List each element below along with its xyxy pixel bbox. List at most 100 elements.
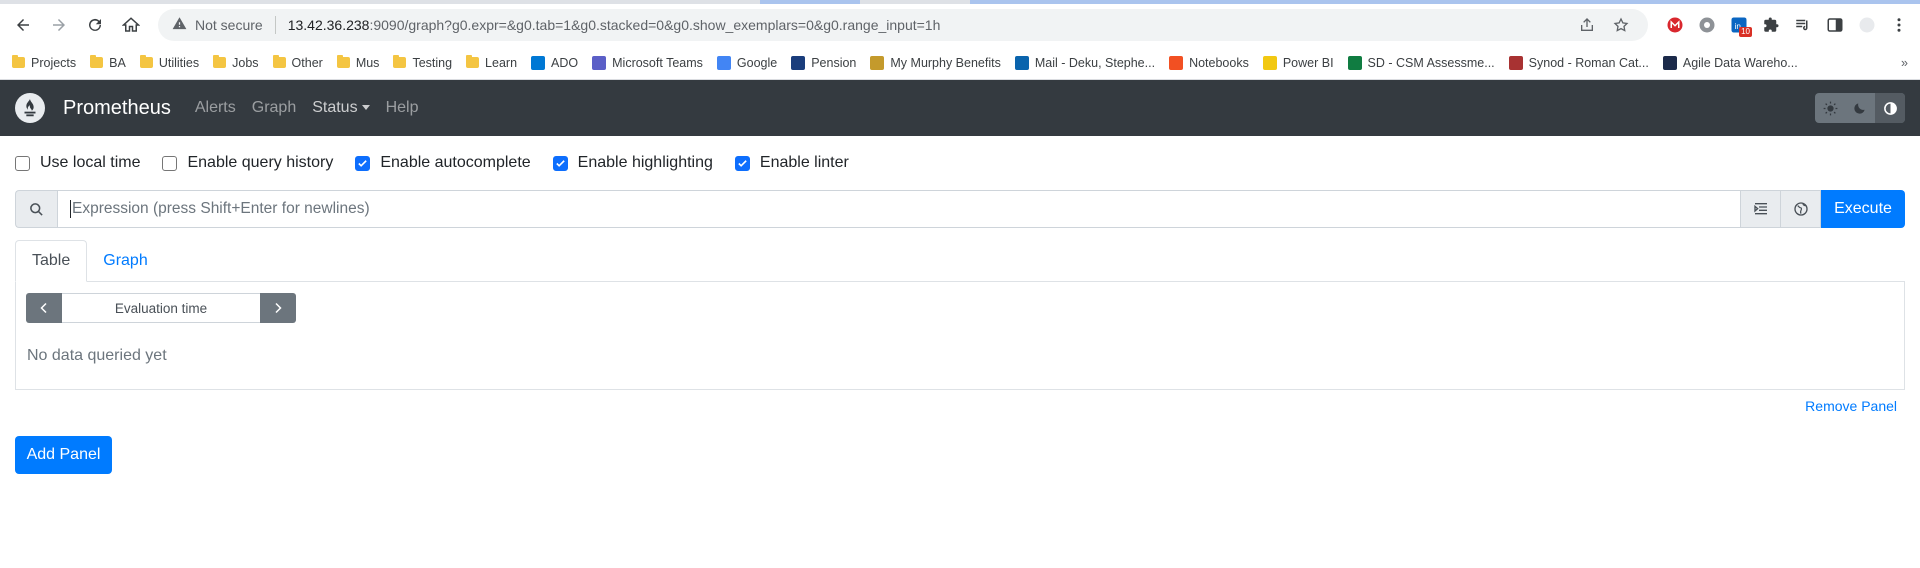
bookmark-item[interactable]: Google <box>716 55 778 70</box>
nav-alerts[interactable]: Alerts <box>195 99 236 117</box>
auto-theme-button[interactable] <box>1875 93 1905 123</box>
bookmark-item[interactable]: Utilities <box>139 55 200 70</box>
add-panel-button[interactable]: Add Panel <box>15 436 112 474</box>
share-icon[interactable] <box>1574 12 1600 38</box>
previous-time-button[interactable] <box>26 293 62 323</box>
caret-down-icon <box>361 105 370 111</box>
option-enable-linter[interactable]: Enable linter <box>734 154 849 172</box>
nav-status-dropdown[interactable]: Status <box>312 99 370 117</box>
folder-icon <box>12 55 25 68</box>
benefits-icon <box>870 55 885 70</box>
chevron-left-icon <box>40 302 47 314</box>
pension-icon <box>791 55 806 70</box>
side-panel-icon[interactable] <box>1822 12 1848 38</box>
forward-button[interactable] <box>44 10 74 40</box>
bookmark-item[interactable]: SD - CSM Assessme... <box>1347 55 1495 70</box>
bookmark-item[interactable]: Learn <box>466 55 517 70</box>
metrics-explorer-button[interactable] <box>1781 190 1821 228</box>
folder-icon <box>393 55 407 68</box>
bookmark-item[interactable]: My Murphy Benefits <box>870 55 1001 70</box>
linkedin-extension-icon[interactable]: in 10 <box>1726 12 1752 38</box>
bookmarks-bar: Projects BA Utilities Jobs Other Mus Testing Le… <box>0 46 1920 80</box>
enable-linter-label: Enable linter <box>759 154 849 171</box>
bookmark-item[interactable]: Jobs <box>213 55 259 70</box>
execute-button[interactable]: Execute <box>1821 190 1905 228</box>
enable-autocomplete-checkbox[interactable] <box>355 155 371 171</box>
bookmark-item[interactable]: Agile Data Wareho... <box>1662 55 1798 70</box>
bookmark-item[interactable]: Power BI <box>1262 55 1334 70</box>
ado-icon <box>531 55 546 70</box>
enable-linter-checkbox[interactable] <box>734 155 750 171</box>
teams-icon <box>592 55 607 70</box>
chromium-extension-icon[interactable] <box>1694 12 1720 38</box>
address-bar[interactable]: Not secure 13.42.36.238:9090/graph?g0.ex… <box>158 9 1648 41</box>
bookmark-label: Notebooks <box>1189 55 1249 70</box>
remove-panel-link[interactable]: Remove Panel <box>1805 398 1897 414</box>
bookmark-item[interactable]: Mus <box>336 55 380 70</box>
bookmark-item[interactable]: Pension <box>791 55 857 70</box>
bookmark-label: Power BI <box>1282 55 1334 70</box>
bookmark-label: Mus <box>355 55 380 70</box>
evaluation-time-input[interactable]: Evaluation time <box>62 293 260 323</box>
browser-tab-strip <box>0 0 1920 4</box>
nav-help[interactable]: Help <box>386 99 419 117</box>
bookmark-label: SD - CSM Assessme... <box>1367 55 1495 70</box>
option-enable-highlighting[interactable]: Enable highlighting <box>552 154 713 172</box>
bookmark-label: My Murphy Benefits <box>890 55 1001 70</box>
bookmark-label: Utilities <box>158 55 200 70</box>
enable-query-history-label: Enable query history <box>187 154 334 171</box>
bookmark-label: Google <box>736 55 778 70</box>
folder-icon <box>466 55 480 68</box>
tab-table[interactable]: Table <box>15 240 88 282</box>
profile-avatar-icon[interactable] <box>1854 12 1880 38</box>
enable-query-history-checkbox[interactable] <box>162 155 178 171</box>
option-enable-autocomplete[interactable]: Enable autocomplete <box>355 154 531 172</box>
folder-icon <box>213 55 227 68</box>
bookmark-item[interactable]: Mail - Deku, Stephe... <box>1014 55 1155 70</box>
option-use-local-time[interactable]: Use local time <box>15 154 140 172</box>
enable-highlighting-checkbox[interactable] <box>552 155 568 171</box>
home-button[interactable] <box>116 10 146 40</box>
mega-extension-icon[interactable] <box>1662 12 1688 38</box>
bookmark-star-icon[interactable] <box>1608 12 1634 38</box>
brand-title[interactable]: Prometheus <box>63 97 171 120</box>
indent-icon <box>1753 203 1767 215</box>
reload-button[interactable] <box>80 10 110 40</box>
text-cursor <box>70 200 71 218</box>
use-local-time-checkbox[interactable] <box>15 155 30 171</box>
bookmark-item[interactable]: BA <box>90 55 126 70</box>
back-button[interactable] <box>8 10 38 40</box>
bookmark-label: Microsoft Teams <box>612 55 703 70</box>
bookmark-item[interactable]: Testing <box>393 55 453 70</box>
menu-kebab-icon[interactable] <box>1886 12 1912 38</box>
expression-input[interactable]: Expression (press Shift+Enter for newlin… <box>57 190 1741 228</box>
arrow-left-icon <box>17 19 29 31</box>
arrow-right-icon <box>53 19 65 31</box>
bookmark-item[interactable]: Other <box>272 55 323 70</box>
puzzle-icon[interactable] <box>1758 12 1784 38</box>
option-enable-query-history[interactable]: Enable query history <box>162 154 333 172</box>
main-content: Use local time Enable query history Enable… <box>0 136 1920 474</box>
tab-graph[interactable]: Graph <box>87 240 163 281</box>
theme-toggle-group <box>1815 93 1905 123</box>
more-bookmarks-icon[interactable]: » <box>1901 56 1908 70</box>
bookmark-item[interactable]: Microsoft Teams <box>592 55 703 70</box>
bookmark-item[interactable]: Projects <box>12 55 76 70</box>
bookmark-item[interactable]: ADO <box>531 55 578 70</box>
bookmark-label: BA <box>109 55 126 70</box>
prometheus-logo-icon[interactable] <box>15 93 45 123</box>
bookmark-label: Testing <box>412 55 453 70</box>
media-queue-icon[interactable] <box>1790 12 1816 38</box>
prometheus-navbar: Prometheus Alerts Graph Status Help <box>0 80 1920 136</box>
bookmark-item[interactable]: Synod - Roman Cat... <box>1508 55 1649 70</box>
dark-theme-button[interactable] <box>1845 93 1875 123</box>
nav-graph[interactable]: Graph <box>252 99 296 117</box>
url-host: 13.42.36.238 <box>287 17 370 33</box>
bookmark-label: Jobs <box>232 55 259 70</box>
bookmark-item[interactable]: Notebooks <box>1169 55 1249 70</box>
light-theme-button[interactable] <box>1815 93 1845 123</box>
bookmark-label: Pension <box>811 55 857 70</box>
format-expression-button[interactable] <box>1741 190 1781 228</box>
enable-highlighting-label: Enable highlighting <box>577 154 713 171</box>
next-time-button[interactable] <box>260 293 296 323</box>
